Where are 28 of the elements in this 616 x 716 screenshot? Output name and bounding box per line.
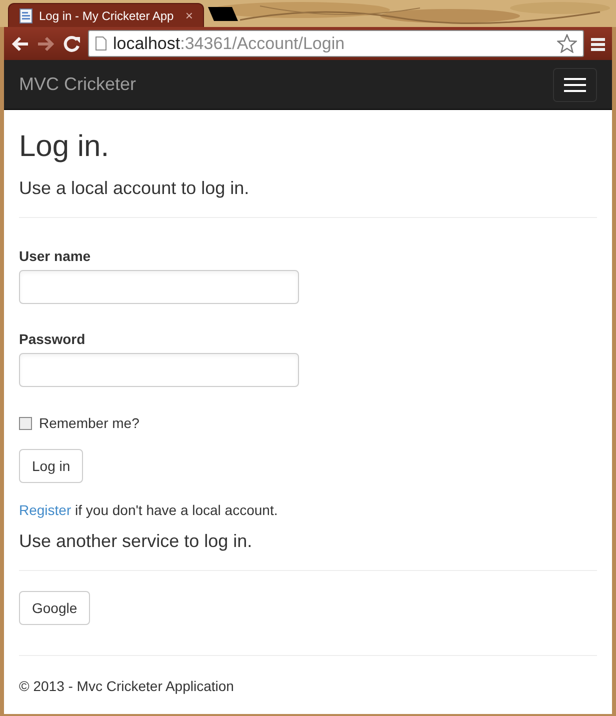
page-icon <box>95 36 107 51</box>
reload-icon[interactable] <box>62 34 82 52</box>
remember-checkbox[interactable] <box>19 417 32 430</box>
footer-text: © 2013 - Mvc Cricketer Application <box>19 677 235 696</box>
input-field[interactable] <box>19 353 299 387</box>
field-label: Password <box>19 330 86 349</box>
input-field[interactable] <box>19 270 299 304</box>
url-text: localhost:34361/Account/Login <box>113 32 345 55</box>
menu-icon[interactable] <box>590 36 606 52</box>
tab-title: Log in - My Cricketer App <box>39 8 174 24</box>
field-label: User name <box>19 247 92 266</box>
back-icon[interactable] <box>10 34 30 52</box>
address-bar[interactable]: localhost:34361/Account/Login <box>88 30 584 57</box>
document-icon <box>19 8 33 24</box>
register-note: Register if you don't have a local account. <box>19 501 279 520</box>
page-subheading: Use a local account to log in. <box>19 177 250 199</box>
page-heading: Log in. <box>19 130 110 164</box>
menu-toggle-button[interactable] <box>553 68 597 102</box>
browser-tab[interactable]: Log in - My Cricketer App × <box>8 3 204 27</box>
register-link[interactable]: Register <box>19 502 72 518</box>
new-tab-icon[interactable] <box>208 7 238 21</box>
provider-button[interactable]: Google <box>19 591 90 625</box>
star-icon[interactable] <box>557 34 577 53</box>
external-heading: Use another service to log in. <box>19 530 254 552</box>
brand-link[interactable]: MVC Cricketer <box>19 71 136 98</box>
tab-close[interactable]: × <box>185 6 193 26</box>
login-button[interactable]: Log in <box>19 449 84 483</box>
remember-label: Remember me? <box>39 414 140 433</box>
